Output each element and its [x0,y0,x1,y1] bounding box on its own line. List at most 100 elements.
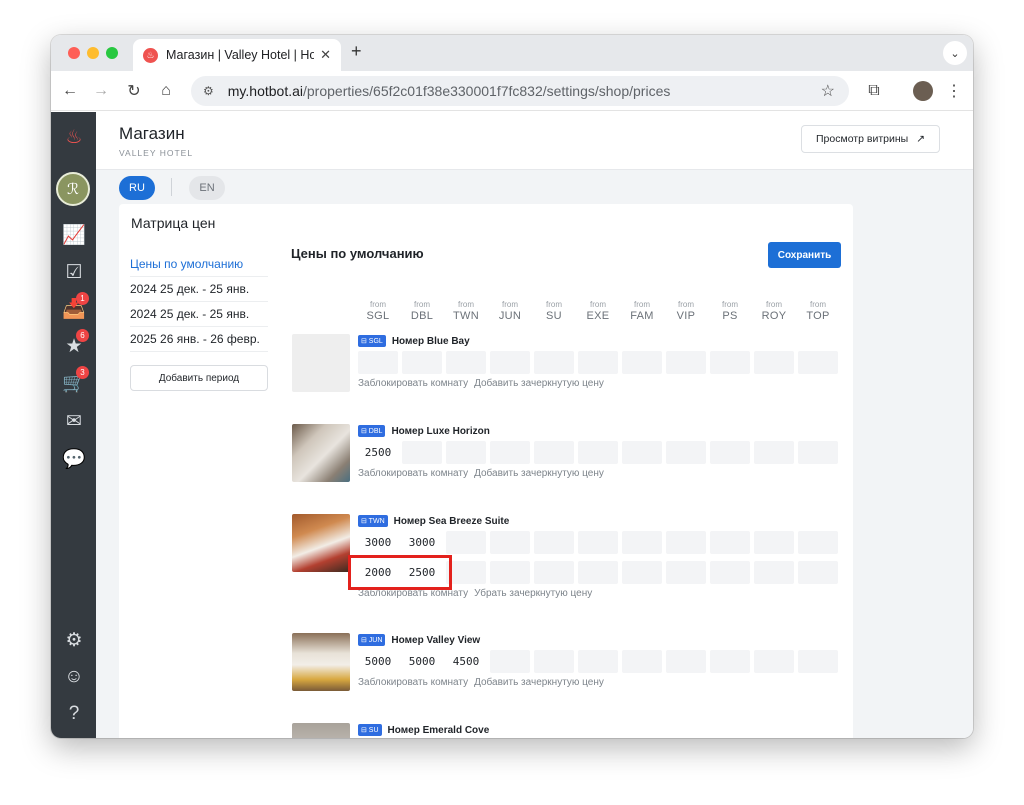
price-input[interactable]: 5000 [358,650,398,673]
price-input[interactable] [402,351,442,374]
price-input[interactable] [798,351,838,374]
cart-icon[interactable]: 🛒 3 [61,366,89,396]
strike-price-input[interactable] [578,561,618,584]
bookmark-star-icon[interactable]: ☆ [821,81,835,101]
analytics-icon[interactable]: 📈 [61,222,87,248]
price-input[interactable] [446,351,486,374]
price-input[interactable] [446,441,486,464]
strike-price-input[interactable] [666,561,706,584]
price-input[interactable] [402,441,442,464]
period-item[interactable]: 2024 25 дек. - 25 янв. [130,277,268,302]
price-input[interactable] [446,531,486,554]
price-input[interactable] [490,650,530,673]
period-item[interactable]: 2024 25 дек. - 25 янв. [130,302,268,327]
home-icon[interactable]: ⌂ [154,79,178,103]
price-input[interactable] [622,351,662,374]
settings-gear-icon[interactable]: ⚙ [61,627,87,653]
price-input[interactable] [534,650,574,673]
extensions-icon[interactable]: ⧉ [862,79,886,103]
hotbot-logo-icon[interactable]: ♨ [61,124,87,150]
reload-icon[interactable]: ↻ [122,79,146,103]
close-tab-icon[interactable]: ✕ [320,47,331,63]
lang-tab-ru[interactable]: RU [119,176,155,200]
add-period-button[interactable]: Добавить период [130,365,268,391]
price-input[interactable] [578,650,618,673]
forward-icon[interactable]: → [89,79,113,103]
price-input[interactable] [710,351,750,374]
add-strike-price-link[interactable]: Добавить зачеркнутую цену [474,468,604,479]
lang-tab-en[interactable]: EN [189,176,225,200]
user-profile-icon[interactable]: ☺ [61,664,87,690]
price-input[interactable] [710,531,750,554]
price-input[interactable] [754,650,794,673]
close-window-button[interactable] [68,47,80,59]
price-input[interactable] [622,531,662,554]
price-input[interactable] [710,650,750,673]
browser-tab[interactable]: ♨ Магазин | Valley Hotel | Hotbot ✕ [133,39,341,71]
inbox-icon[interactable]: 📥 1 [61,292,89,322]
price-input[interactable] [490,441,530,464]
save-button[interactable]: Сохранить [768,242,841,268]
tasks-check-icon[interactable]: ☑ [61,259,87,285]
period-item[interactable]: 2025 26 янв. - 26 февр. [130,327,268,352]
browser-menu-icon[interactable]: ⋮ [942,79,966,103]
block-room-link[interactable]: Заблокировать комнату [358,468,468,479]
price-input[interactable] [798,531,838,554]
room-photo[interactable] [292,514,350,572]
price-input[interactable] [490,351,530,374]
zoom-window-button[interactable] [106,47,118,59]
price-input[interactable] [666,531,706,554]
price-input[interactable] [358,351,398,374]
price-input[interactable]: 3000 [402,531,442,554]
price-input[interactable] [534,351,574,374]
price-input[interactable] [754,441,794,464]
price-input[interactable] [754,351,794,374]
minimize-window-button[interactable] [87,47,99,59]
price-input[interactable] [798,650,838,673]
price-input[interactable]: 4500 [446,650,486,673]
reviews-icon[interactable]: ★ 6 [61,329,89,359]
price-input[interactable] [578,351,618,374]
price-input[interactable] [622,650,662,673]
profile-avatar[interactable] [913,81,933,101]
price-input[interactable] [666,351,706,374]
help-icon[interactable]: ? [61,701,87,727]
back-icon[interactable]: ← [58,79,82,103]
price-input[interactable]: 3000 [358,531,398,554]
room-photo[interactable] [292,334,350,392]
price-input[interactable] [490,531,530,554]
price-input[interactable]: 2500 [358,441,398,464]
strike-price-input[interactable] [446,561,486,584]
tab-search-icon[interactable]: ⌄ [943,41,967,65]
room-photo[interactable] [292,424,350,482]
address-bar[interactable]: ⚙ my.hotbot.ai/properties/65f2c01f38e330… [191,76,849,106]
strike-price-input[interactable] [710,561,750,584]
site-settings-icon[interactable]: ⚙ [203,84,214,98]
period-item[interactable]: Цены по умолчанию [130,252,268,277]
view-showcase-button[interactable]: Просмотр витрины ↗ [801,125,940,153]
price-input[interactable] [622,441,662,464]
price-input[interactable] [534,531,574,554]
strike-price-input[interactable] [754,561,794,584]
strike-price-input[interactable] [798,561,838,584]
remove-strike-price-link[interactable]: Убрать зачеркнутую цену [474,588,592,599]
strike-price-input[interactable] [534,561,574,584]
block-room-link[interactable]: Заблокировать комнату [358,677,468,688]
price-input[interactable] [578,441,618,464]
price-input[interactable] [666,650,706,673]
price-input[interactable] [534,441,574,464]
room-photo[interactable] [292,633,350,691]
mailing-icon[interactable]: ✉ [61,408,87,434]
add-strike-price-link[interactable]: Добавить зачеркнутую цену [474,378,604,389]
strike-price-input[interactable] [490,561,530,584]
new-tab-icon[interactable]: + [351,41,362,62]
price-input[interactable] [666,441,706,464]
property-avatar[interactable]: ℛ [56,172,90,206]
price-input[interactable] [798,441,838,464]
strike-price-input[interactable] [622,561,662,584]
price-input[interactable]: 5000 [402,650,442,673]
block-room-link[interactable]: Заблокировать комнату [358,378,468,389]
price-input[interactable] [754,531,794,554]
price-input[interactable] [578,531,618,554]
add-strike-price-link[interactable]: Добавить зачеркнутую цену [474,677,604,688]
